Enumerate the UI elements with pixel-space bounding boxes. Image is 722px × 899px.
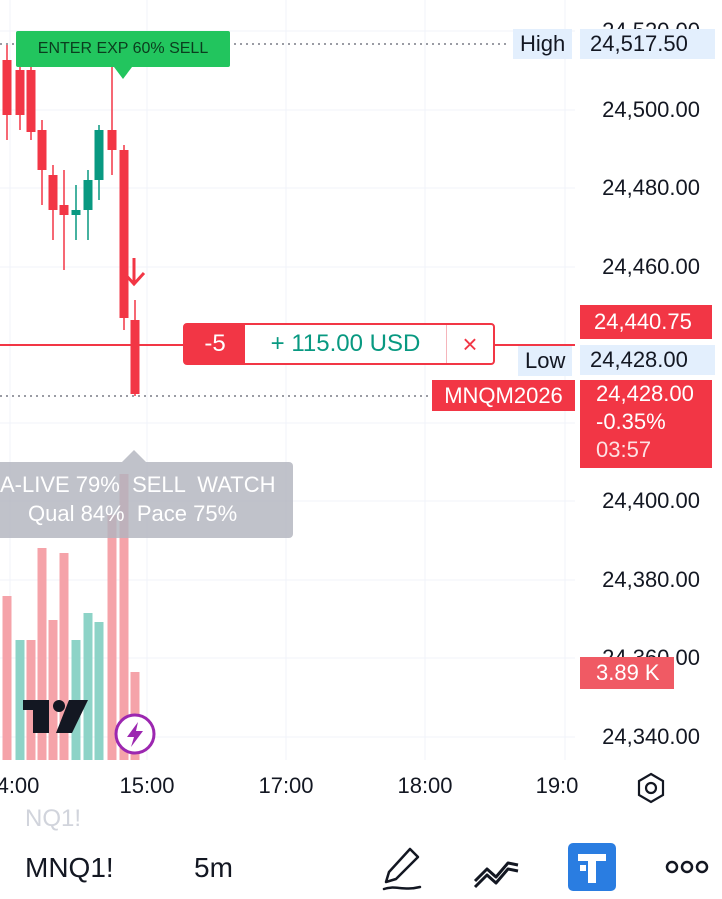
app-icon[interactable]	[568, 843, 616, 891]
order-widget[interactable]: -5 + 115.00 USD ×	[183, 323, 495, 365]
price-tick: 24,500.00	[602, 97, 700, 122]
candle-body	[48, 175, 58, 210]
bottom-toolbar: NQ1! MNQ1! 5m	[0, 805, 722, 899]
time-tick: 19:0	[535, 773, 579, 798]
time-tick: 17:00	[258, 773, 314, 798]
candle-body	[119, 150, 129, 318]
candle-body	[59, 205, 69, 215]
candle-body	[130, 320, 140, 394]
time-tick: 4:00	[0, 773, 40, 798]
candle-body	[94, 130, 104, 180]
last-price-tag: 24,428.00 -0.35% 03:57	[580, 380, 712, 468]
candle-body	[107, 130, 117, 150]
volume-bar	[48, 620, 58, 760]
price-tick: 24,460.00	[602, 254, 700, 279]
order-quantity[interactable]: -5	[185, 325, 245, 363]
price-tick: 24,340.00	[602, 724, 700, 749]
volume-bar	[2, 596, 12, 760]
settings-icon[interactable]	[635, 772, 667, 804]
time-tick: 18:00	[397, 773, 453, 798]
signal-label: ENTER EXP 60% SELL	[16, 31, 230, 79]
last-price: 24,428.00	[596, 381, 694, 406]
indicator-overlay[interactable]: A-LIVE 79% SELL WATCH Qual 84% Pace 75%	[0, 450, 293, 538]
time-tick: 15:00	[119, 773, 175, 798]
indicator-line-2: Qual 84% Pace 75%	[28, 501, 238, 526]
candle-body	[83, 180, 93, 210]
pencil-icon[interactable]	[380, 845, 424, 893]
more-icon[interactable]	[665, 859, 709, 875]
position-price-tag: 24,440.75	[580, 305, 712, 339]
volume-tag: 3.89 K	[580, 657, 674, 689]
low-value: 24,428.00	[580, 345, 715, 375]
volume-bar	[107, 515, 117, 760]
candle-body	[26, 70, 36, 132]
order-close-button[interactable]: ×	[447, 325, 493, 363]
price-tick: 24,380.00	[602, 567, 700, 592]
lightning-icon[interactable]	[114, 713, 156, 755]
order-pnl[interactable]: + 115.00 USD	[245, 325, 447, 363]
trendline-icon[interactable]	[472, 851, 522, 891]
candle-body	[37, 130, 47, 170]
price-tick: 24,400.00	[602, 488, 700, 513]
interval-button[interactable]: 5m	[194, 852, 233, 884]
ghost-symbol: NQ1!	[25, 805, 82, 832]
symbol-button[interactable]: MNQ1!	[25, 852, 114, 884]
bar-countdown: 03:57	[596, 437, 652, 462]
volume-bar	[94, 622, 104, 760]
low-label: Low	[518, 346, 573, 376]
candle-body	[71, 210, 81, 215]
symbol-tag: MNQM2026	[432, 380, 575, 411]
price-tick: 24,480.00	[602, 175, 700, 200]
candle-body	[15, 70, 25, 115]
volume-bar	[83, 613, 93, 760]
high-value: 24,517.50	[580, 29, 715, 59]
candles	[2, 42, 140, 396]
indicator-line-1: A-LIVE 79% SELL WATCH	[0, 472, 276, 497]
high-label: High	[513, 29, 573, 59]
candle-body	[2, 60, 12, 115]
price-change: -0.35%	[596, 409, 666, 434]
